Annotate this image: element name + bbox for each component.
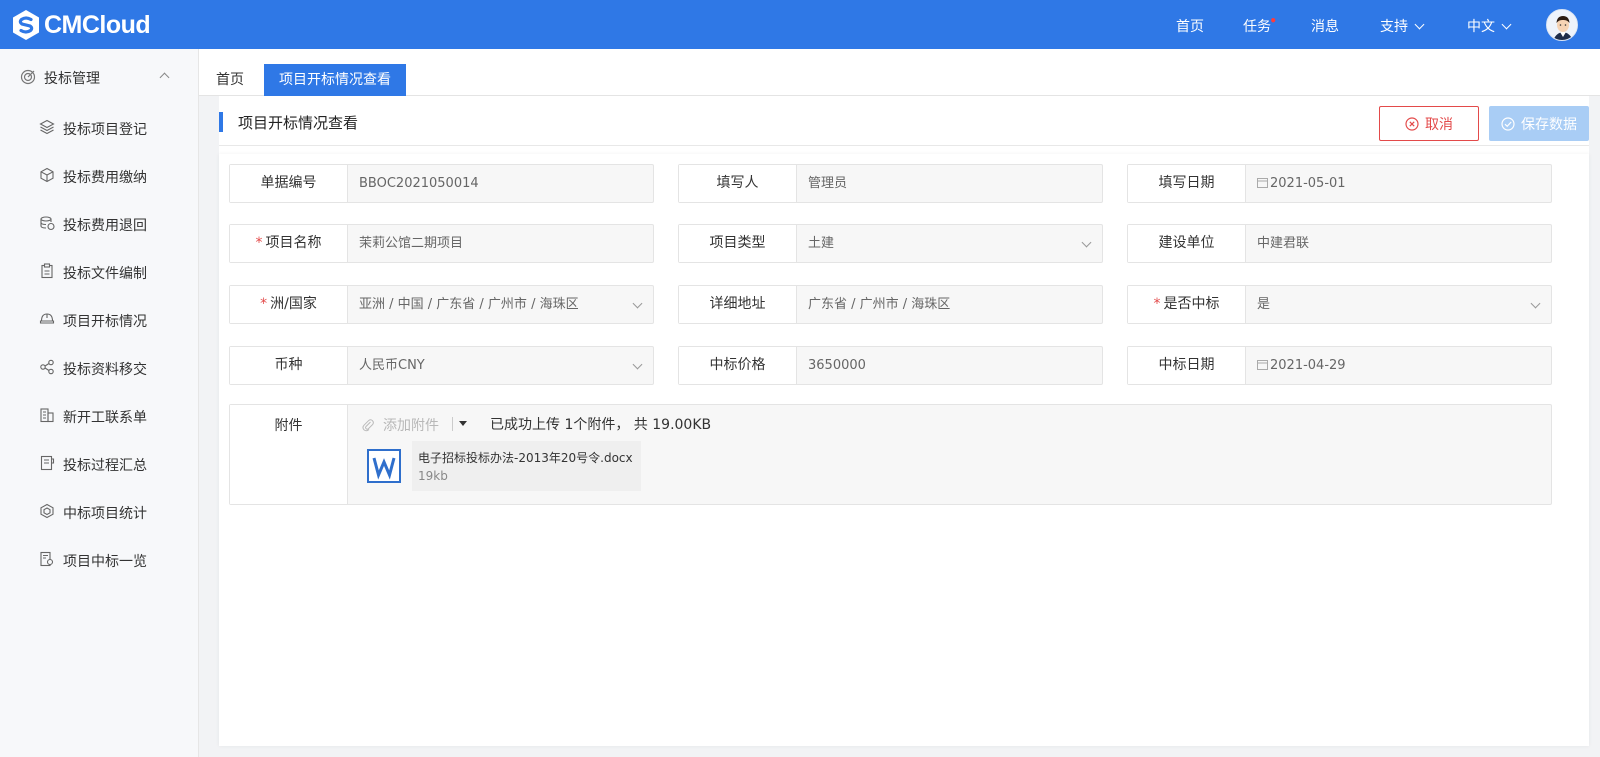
layers-icon [39,119,55,135]
form-area: 单据编号 BBOC2021050014 填写人 管理员 填写日期 2021-05… [219,154,1589,746]
field-region: * 洲/国家 亚洲 / 中国 / 广东省 / 广州市 / 海珠区 [229,285,654,324]
notification-dot: • [1269,14,1277,28]
logo-text: CMCloud [44,10,151,39]
close-circle-icon [1405,116,1419,131]
sidebar: 投标管理 投标项目登记 投标费用缴纳 投标费用退回 投标文件编制 项目开标情况 … [0,49,199,757]
address-value[interactable]: 广东省 / 广州市 / 海珠区 [808,286,950,323]
file-info: 电子招标投标办法-2013年20号令.docx 19kb [412,441,641,491]
field-currency: 币种 人民币CNY [229,346,654,385]
cancel-button[interactable]: 取消 [1379,106,1479,141]
user-avatar[interactable] [1546,9,1578,41]
builder-value[interactable]: 中建君联 [1257,225,1309,262]
field-attachment: 附件 添加附件 已成功上传 1个附件， 共 19.00KB 电子招标投标办法-2… [229,404,1552,505]
divider [452,417,453,431]
language-dropdown[interactable]: 中文 [1467,16,1512,36]
top-navbar: CMCloud 首页 任务 • 消息 支持 中文 [0,0,1600,49]
target-icon [20,69,36,85]
field-bid-price: 中标价格 3650000 [678,346,1103,385]
won-select[interactable]: 是 [1257,286,1270,323]
chevron-down-icon[interactable] [1530,298,1541,309]
helmet-icon [39,313,55,324]
required-mark: * [260,296,268,312]
sidebar-item-process-summary[interactable]: 投标过程汇总 [0,444,199,484]
clipboard-icon [41,263,53,279]
field-doc-no: 单据编号 BBOC2021050014 [229,164,654,203]
calendar-icon [1257,360,1268,370]
sidebar-item-material-transfer[interactable]: 投标资料移交 [0,348,199,388]
document-search-icon [40,551,54,567]
currency-select[interactable]: 人民币CNY [359,347,425,384]
field-won: * 是否中标 是 [1127,285,1552,324]
detail-panel: 项目开标情况查看 取消 保存数据 单据编号 BBOC2021050014 填写人… [219,96,1589,746]
sidebar-item-new-construction[interactable]: 新开工联系单 [0,396,199,436]
tab-bid-opening-view[interactable]: 项目开标情况查看 [264,64,406,96]
sidebar-item-fee-payment[interactable]: 投标费用缴纳 [0,156,199,196]
topnav-messages[interactable]: 消息 [1311,16,1339,36]
file-size: 19kb [418,469,448,483]
paperclip-icon [362,419,374,432]
topnav-support-dropdown[interactable]: 支持 [1380,16,1425,36]
check-circle-icon [1501,116,1515,131]
fill-date-value[interactable]: 2021-05-01 [1257,165,1346,202]
main-content: 项目开标情况查看 取消 保存数据 单据编号 BBOC2021050014 填写人… [199,96,1600,757]
required-mark: * [1153,296,1161,312]
sidebar-item-bid-registration[interactable]: 投标项目登记 [0,108,199,148]
cmcloud-logo-icon [13,10,39,40]
field-bid-date: 中标日期 2021-04-29 [1127,346,1552,385]
topnav-home[interactable]: 首页 [1176,16,1204,36]
coins-return-icon [40,216,55,231]
word-icon [367,449,401,483]
field-project-type: 项目类型 土建 [678,224,1103,263]
chevron-down-icon[interactable] [632,359,643,370]
panel-header: 项目开标情况查看 取消 保存数据 [219,96,1589,146]
chevron-down-icon [1414,19,1425,30]
hexagon-icon [40,503,54,519]
region-cascader[interactable]: 亚洲 / 中国 / 广东省 / 广州市 / 海珠区 [359,286,579,323]
chevron-up-icon [159,72,170,83]
bid-date-value[interactable]: 2021-04-29 [1257,347,1346,384]
required-mark: * [255,235,263,251]
field-fill-date: 填写日期 2021-05-01 [1127,164,1552,203]
title-accent-bar [219,112,223,132]
tab-home[interactable]: 首页 [201,64,259,96]
sidebar-item-bid-opening[interactable]: 项目开标情况 [0,300,199,340]
sidebar-group-bid-management[interactable]: 投标管理 [0,63,199,93]
chevron-down-icon[interactable] [632,298,643,309]
calendar-icon [1257,178,1268,188]
doc-no-value[interactable]: BBOC2021050014 [359,165,479,202]
sidebar-item-bid-document[interactable]: 投标文件编制 [0,252,199,292]
field-builder: 建设单位 中建君联 [1127,224,1552,263]
project-name-value[interactable]: 茉莉公馆二期项目 [359,225,463,262]
add-attachment-button[interactable]: 添加附件 [361,415,439,435]
save-button[interactable]: 保存数据 [1489,106,1589,141]
topnav-tasks[interactable]: 任务 • [1243,14,1277,36]
sidebar-item-fee-refund[interactable]: 投标费用退回 [0,204,199,244]
field-filler: 填写人 管理员 [678,164,1103,203]
field-address: 详细地址 广东省 / 广州市 / 海珠区 [678,285,1103,324]
share-icon [40,359,54,375]
chevron-down-icon[interactable] [1081,237,1092,248]
building-icon [40,408,54,423]
sidebar-item-won-overview[interactable]: 项目中标一览 [0,540,199,580]
field-project-name: * 项目名称 茉莉公馆二期项目 [229,224,654,263]
filler-value[interactable]: 管理员 [808,165,847,202]
sidebar-item-won-statistics[interactable]: 中标项目统计 [0,492,199,532]
page-title: 项目开标情况查看 [238,114,359,132]
caret-down-icon[interactable] [459,421,467,426]
attachment-file[interactable]: 电子招标投标办法-2013年20号令.docx 19kb [361,441,641,491]
upload-status: 已成功上传 1个附件， 共 19.00KB [490,417,712,433]
file-name[interactable]: 电子招标投标办法-2013年20号令.docx [418,449,633,466]
logo[interactable]: CMCloud [10,9,151,41]
notebook-icon [40,455,55,471]
bid-price-value[interactable]: 3650000 [808,347,866,384]
chevron-down-icon [1501,19,1512,30]
cube-icon [40,167,54,183]
user-avatar-icon [1547,10,1577,40]
project-type-select[interactable]: 土建 [808,225,834,262]
page-tabs: 首页 项目开标情况查看 [199,49,1600,96]
